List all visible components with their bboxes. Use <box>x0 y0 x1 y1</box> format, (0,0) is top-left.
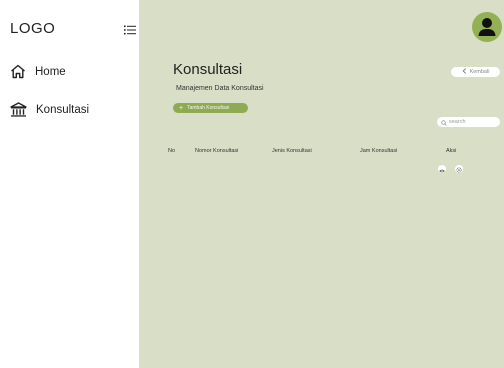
column-header-jam-konsultasi: Jam Konsultasi <box>360 148 398 154</box>
column-header-nomor-konsultasi: Nomor Konsultasi <box>195 148 239 154</box>
column-header-aksi: Aksi <box>446 148 457 154</box>
sidebar-item-home[interactable]: Home <box>10 64 66 79</box>
list-icon[interactable] <box>124 22 136 35</box>
logo: LOGO <box>10 20 56 37</box>
bank-icon <box>10 102 27 118</box>
column-header-jenis-konsultasi: Jenis Konsultasi <box>272 148 312 154</box>
page-subtitle: Manajemen Data Konsultasi <box>176 85 264 92</box>
sidebar: LOGO Home Konsultasi <box>0 0 139 368</box>
home-icon <box>10 64 26 79</box>
page-title: Konsultasi <box>173 61 243 78</box>
search-input[interactable] <box>449 119 499 125</box>
add-konsultasi-button[interactable]: + Tambah Konsultasi <box>173 103 248 113</box>
back-button-label: Kembali <box>469 69 490 75</box>
sidebar-item-label: Konsultasi <box>36 104 90 116</box>
settings-button[interactable] <box>455 165 463 173</box>
eye-icon <box>439 160 445 178</box>
chevron-left-icon <box>462 68 467 76</box>
back-button[interactable]: Kembali <box>451 67 500 77</box>
sidebar-item-label: Home <box>35 65 66 78</box>
avatar[interactable] <box>472 12 502 42</box>
search-icon <box>441 113 447 131</box>
column-header-no: No <box>168 148 176 154</box>
search-box <box>437 117 500 127</box>
settings-icon <box>456 160 462 178</box>
add-button-label: Tambah Konsultasi <box>187 105 230 111</box>
view-button[interactable] <box>438 165 446 173</box>
plus-icon: + <box>179 104 184 112</box>
sidebar-item-konsultasi[interactable]: Konsultasi <box>10 102 89 118</box>
